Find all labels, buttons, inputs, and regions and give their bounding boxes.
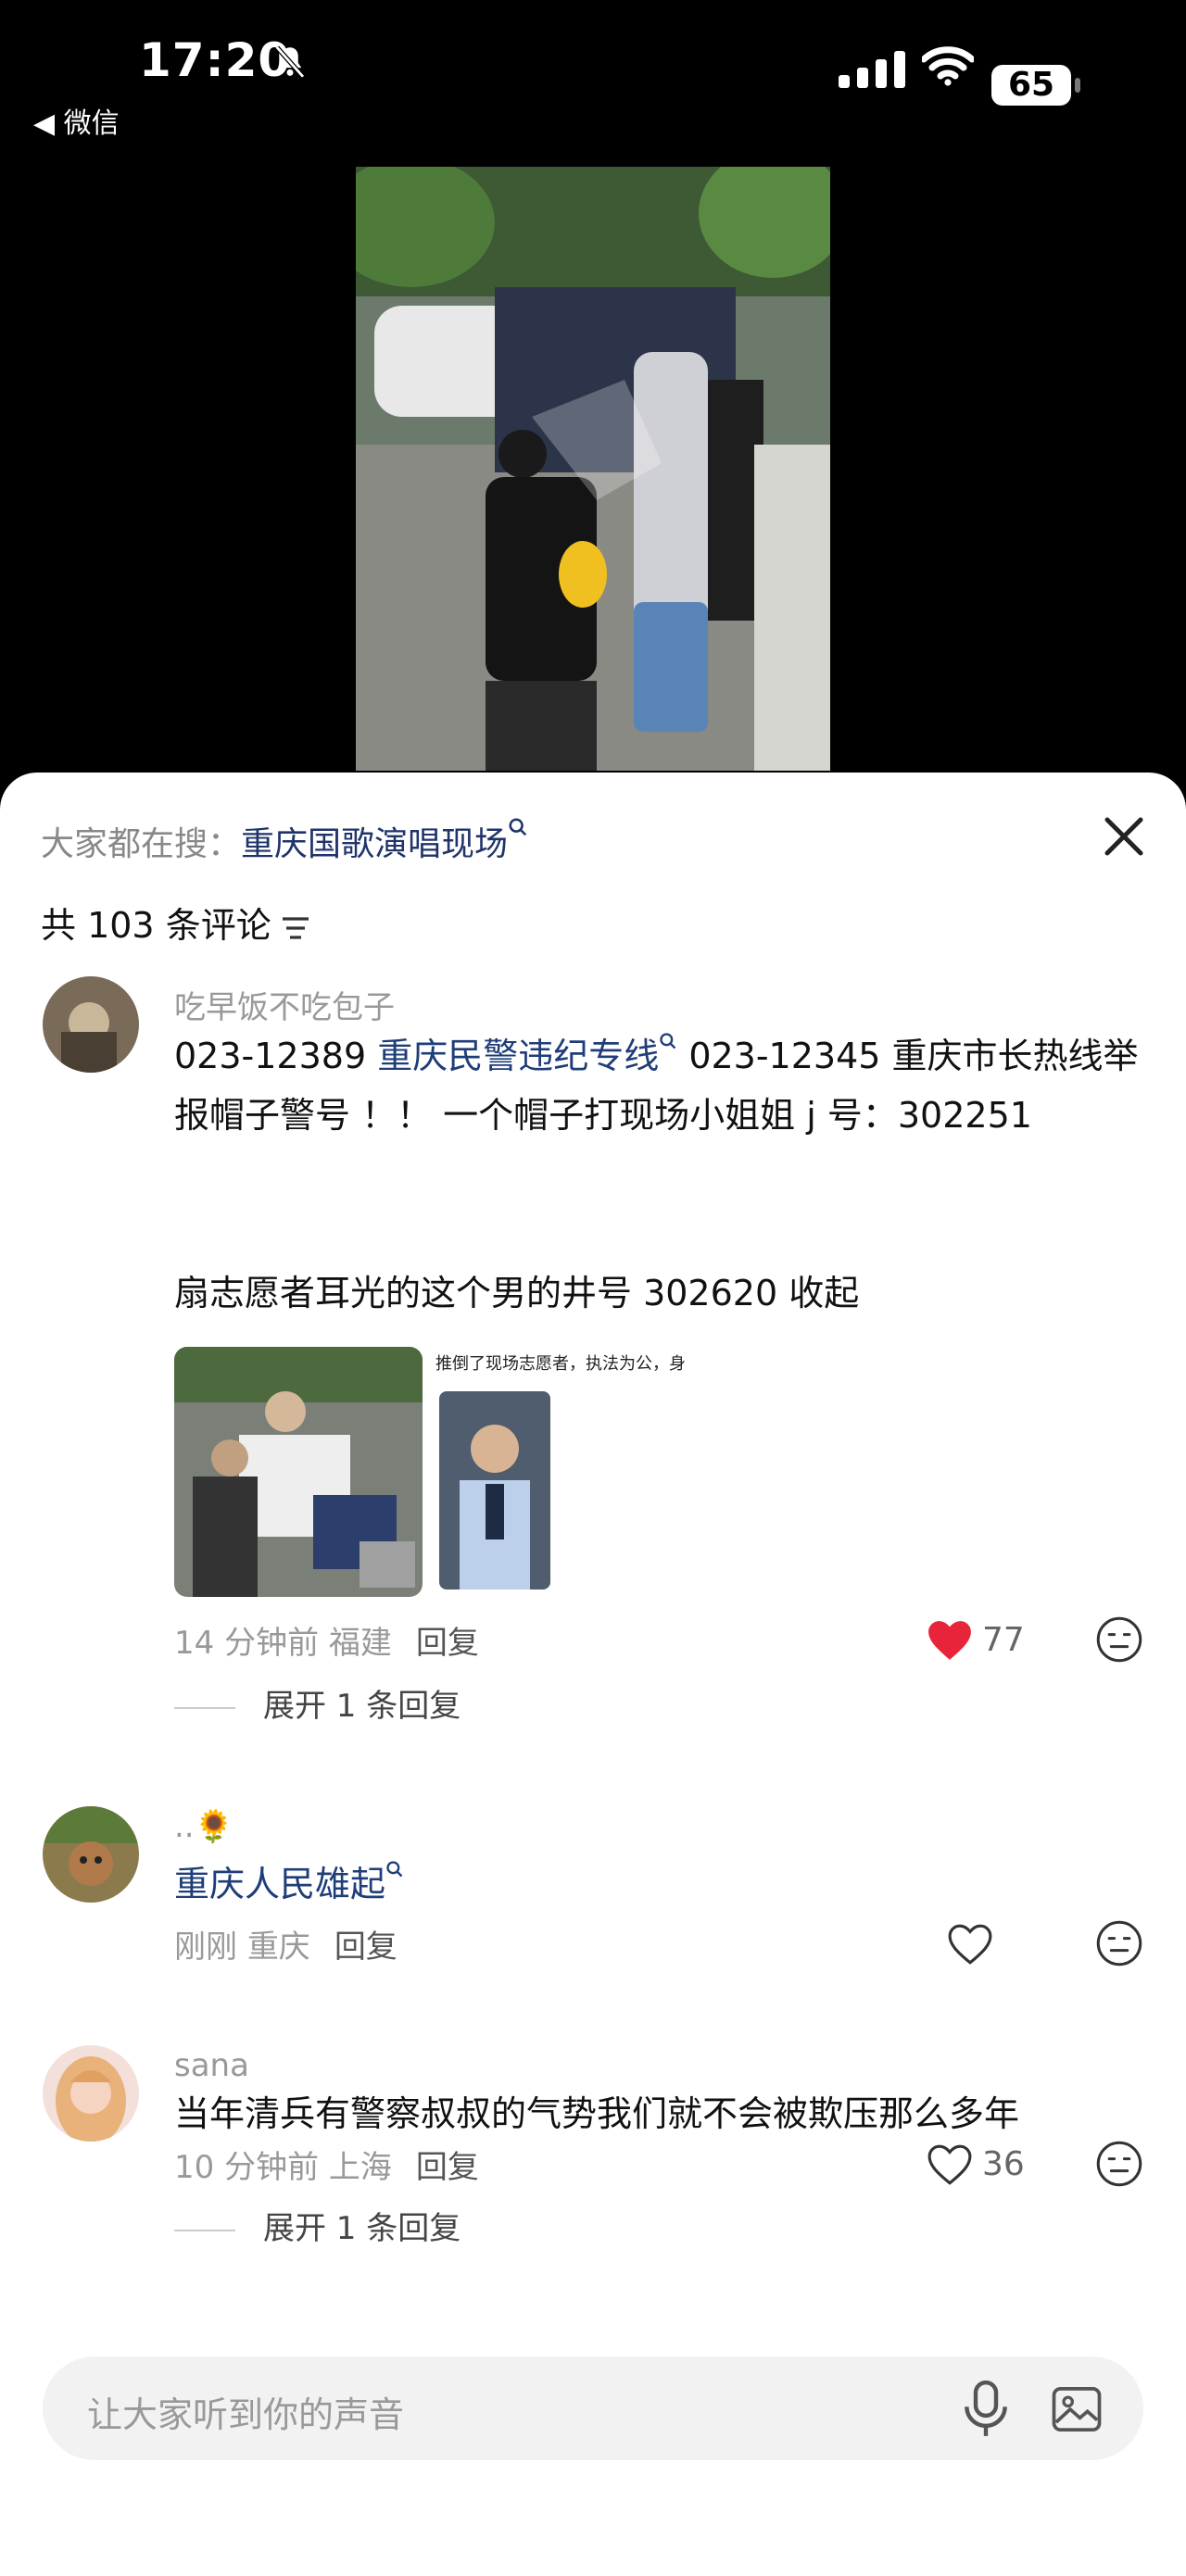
- wifi-icon: [922, 46, 974, 86]
- expand-replies-label[interactable]: 展开 1 条回复: [263, 1688, 461, 1725]
- comment-meta: 14 分钟前 福建 回复: [174, 1617, 479, 1663]
- comment-username[interactable]: ..🌻: [174, 1808, 233, 1845]
- comment-text: 当年清兵有警察叔叔的气势我们就不会被欺压那么多年: [174, 2093, 1020, 2134]
- comment-region: 上海: [328, 2149, 392, 2186]
- heart-icon[interactable]: [927, 2143, 973, 2186]
- comment-time: 14 分钟前: [174, 1625, 320, 1662]
- avatar[interactable]: [43, 1806, 139, 1903]
- comment-time: 刚刚: [174, 1929, 237, 1966]
- like-count: 36: [982, 2145, 1025, 2183]
- microphone-icon[interactable]: [960, 2379, 1012, 2440]
- comment-region: 福建: [328, 1625, 392, 1662]
- comment-keyword-link[interactable]: 重庆民警违纪专线: [377, 1036, 659, 1076]
- comment-input[interactable]: 让大家听到你的声音: [43, 2356, 1143, 2460]
- sort-icon[interactable]: [277, 910, 314, 947]
- video-preview[interactable]: [356, 167, 830, 771]
- emoji-icon[interactable]: [1095, 2140, 1143, 2188]
- status-bar: 17:20 ◀ 微信 65: [0, 0, 1186, 157]
- search-hint-icon: [660, 1033, 676, 1049]
- comment-text-part: 023-12389: [174, 1036, 378, 1076]
- comment-text-line2: 扇志愿者耳光的这个男的井号 302620 收起: [174, 1273, 860, 1313]
- comment-sheet: 大家都在搜：重庆国歌演唱现场 共 103 条评论 吃早饭不吃包子 023-123…: [0, 773, 1186, 2576]
- comment-meta: 刚刚 重庆 回复: [174, 1921, 397, 1967]
- comment-username[interactable]: sana: [174, 2047, 249, 2084]
- divider-line: [174, 1706, 235, 1709]
- reply-button[interactable]: 回复: [334, 1929, 397, 1966]
- heart-icon[interactable]: [947, 1923, 993, 1966]
- comment-text: 023-12389 重庆民警违纪专线 023-12345 重庆市长热线举报帽子警…: [174, 1026, 1147, 1145]
- comment-keyword-link[interactable]: 重庆人民雄起: [174, 1864, 385, 1904]
- reply-button[interactable]: 回复: [416, 1625, 479, 1662]
- bell-slash-icon: [275, 45, 305, 79]
- image-icon[interactable]: [1051, 2384, 1103, 2434]
- expand-replies[interactable]: 展开 1 条回复: [174, 2203, 461, 2248]
- video-frame-image: [356, 167, 830, 771]
- battery-indicator: 65: [991, 65, 1080, 106]
- search-term[interactable]: 重庆国歌演唱现场: [241, 825, 508, 863]
- comment-username[interactable]: 吃早饭不吃包子: [174, 982, 395, 1027]
- comment-input-placeholder: 让大家听到你的声音: [87, 2394, 405, 2435]
- comment-text: 重庆人民雄起: [174, 1854, 1147, 1914]
- search-suggestion[interactable]: 大家都在搜：重庆国歌演唱现场: [41, 817, 528, 865]
- back-to-wechat[interactable]: ◀ 微信: [33, 100, 120, 141]
- status-time: 17:20: [139, 33, 292, 87]
- comment-image[interactable]: [174, 1347, 423, 1597]
- heart-icon[interactable]: [927, 1619, 973, 1662]
- comment-image[interactable]: 推倒了现场志愿者，执法为公，身: [435, 1347, 713, 1597]
- reply-button[interactable]: 回复: [416, 2149, 479, 2186]
- comment-meta: 10 分钟前 上海 回复: [174, 2142, 479, 2187]
- emoji-icon[interactable]: [1095, 1615, 1143, 1664]
- avatar[interactable]: [43, 2045, 139, 2142]
- expand-replies-label[interactable]: 展开 1 条回复: [263, 2210, 461, 2247]
- avatar[interactable]: [43, 976, 139, 1073]
- like-count: 77: [982, 1621, 1025, 1659]
- expand-replies[interactable]: 展开 1 条回复: [174, 1680, 461, 1726]
- search-hint-icon: [386, 1861, 403, 1878]
- close-icon[interactable]: [1099, 811, 1149, 861]
- comment-region: 重庆: [246, 1929, 310, 1966]
- image-caption: 推倒了现场志愿者，执法为公，身: [435, 1354, 686, 1374]
- search-hint-icon: [509, 818, 527, 836]
- comment-count: 共 103 条评论: [41, 905, 271, 946]
- search-prefix: 大家都在搜：: [41, 825, 242, 863]
- comment-count-header: 共 103 条评论: [41, 897, 314, 948]
- comment-time: 10 分钟前: [174, 2149, 320, 2186]
- signal-icon: [839, 51, 905, 88]
- emoji-icon[interactable]: [1095, 1919, 1143, 1967]
- divider-line: [174, 2229, 235, 2231]
